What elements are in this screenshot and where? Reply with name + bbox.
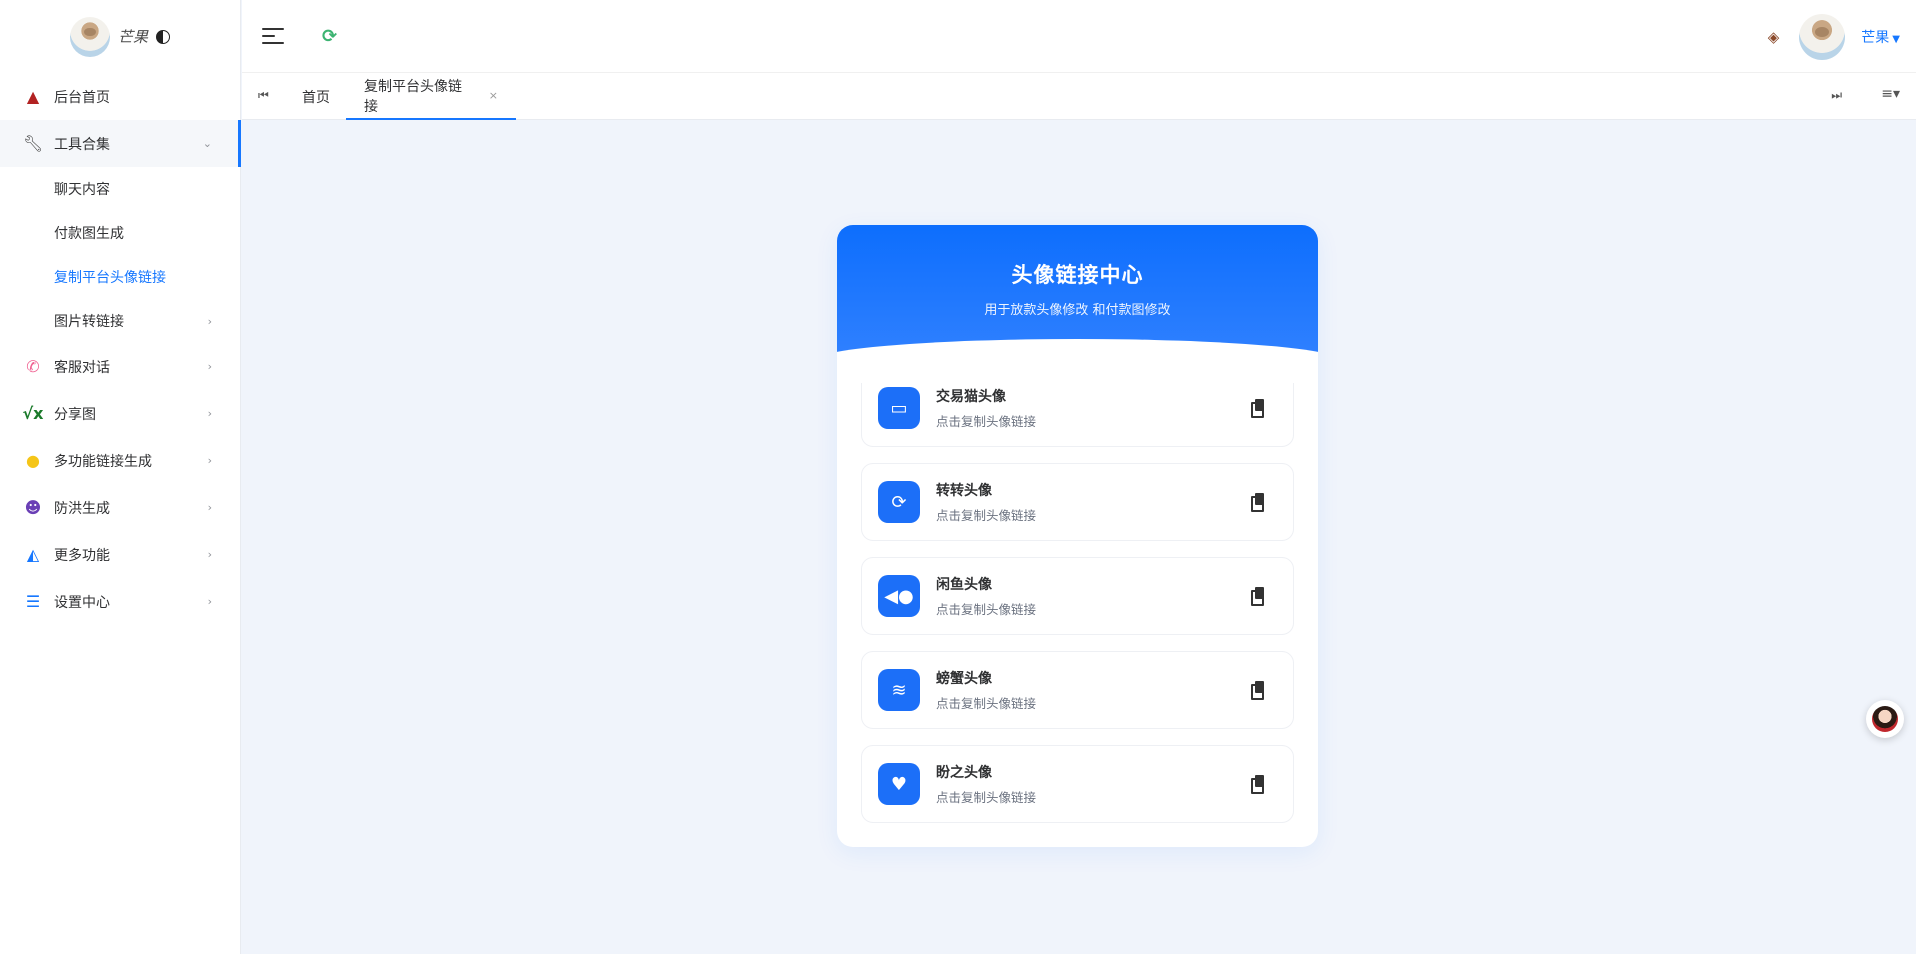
sidebar-item-anti-flood[interactable]: ☻ 防洪生成 ›	[0, 484, 240, 531]
store-icon: ▭	[878, 387, 920, 429]
assistant-avatar-button[interactable]	[1866, 700, 1904, 738]
item-title: 闲鱼头像	[936, 577, 992, 593]
chevron-right-icon: ›	[207, 595, 212, 608]
home-icon: ▲	[26, 87, 40, 106]
wrench-icon: 🔧︎	[22, 134, 44, 153]
sidebar: 芒果 ▲ 后台首页 🔧︎ 工具合集 ⌄ 聊天内容 付款图生成 复制平台头像链接 …	[0, 0, 241, 954]
user-name: 芒果	[1861, 30, 1890, 46]
list-item[interactable]: ◀● 闲鱼头像点击复制头像链接	[861, 557, 1294, 635]
tab-home[interactable]: 首页	[302, 73, 330, 120]
tab-prev-icon[interactable]: ⏮	[258, 88, 269, 103]
top-header: ⟳ ◈ 芒果 ▼	[242, 0, 1916, 73]
sidebar-item-dashboard[interactable]: ▲ 后台首页	[0, 73, 240, 120]
sidebar-item-label: 后台首页	[54, 89, 110, 106]
mask-icon: ☻	[24, 498, 42, 517]
sidebar-item-label: 更多功能	[54, 547, 110, 564]
tab-bar: ⏮ 首页 复制平台头像链接 × ⏭ ≡▾	[242, 73, 1916, 120]
sidebar-item-customer-service[interactable]: ✆ 客服对话 ›	[0, 343, 240, 390]
tab-label: 首页	[302, 89, 330, 106]
item-title: 转转头像	[936, 483, 992, 499]
sidebar-item-label: 图片转链接	[54, 314, 124, 330]
sidebar-item-label: 付款图生成	[54, 226, 124, 242]
item-title: 螃蟹头像	[936, 671, 992, 687]
sync-icon: ⟳	[878, 481, 920, 523]
sidebar-item-label: 工具合集	[54, 136, 110, 153]
chevron-right-icon: ›	[207, 314, 212, 328]
copy-icon[interactable]	[1251, 493, 1265, 512]
chevron-right-icon: ›	[207, 454, 212, 467]
heart-icon: ♥	[878, 763, 920, 805]
sidebar-item-label: 聊天内容	[54, 182, 110, 198]
chevron-right-icon: ›	[207, 501, 212, 514]
avatar-link-list: ▭ 交易猫头像 点击复制头像链接 ⟳ 转转头像 点击复制头像链接 ◀● 闲鱼头像 点击…	[837, 355, 1318, 823]
tab-options-icon[interactable]: ≡▾	[1881, 86, 1900, 102]
assistant-avatar	[1872, 706, 1898, 732]
header-user-area: ◈ 芒果 ▼	[1768, 14, 1900, 60]
caret-down-icon: ▼	[1892, 34, 1900, 45]
list-item[interactable]: ≋ 螃蟹头像点击复制头像链接	[861, 651, 1294, 729]
sidebar-subitem-copy-avatar-link[interactable]: 复制平台头像链接	[0, 255, 240, 299]
refresh-icon[interactable]: ⟳	[322, 26, 337, 47]
sqrt-icon: √x	[22, 404, 44, 423]
card-title: 头像链接中心	[1011, 263, 1144, 287]
card-header: 头像链接中心 用于放款头像修改 和付款图修改	[837, 225, 1318, 383]
item-desc: 点击复制头像链接	[936, 602, 1037, 617]
avatar-link-card: 头像链接中心 用于放款头像修改 和付款图修改 ▭ 交易猫头像点击复制头像链接 ⟳…	[837, 225, 1318, 847]
list-icon: ☰	[25, 592, 41, 611]
phone-icon: ✆	[26, 357, 40, 376]
item-desc: 点击复制头像链接	[936, 696, 1037, 711]
user-menu[interactable]: 芒果 ▼	[1861, 27, 1900, 47]
item-desc: 点击复制头像链接	[936, 790, 1037, 805]
chevron-right-icon: ›	[207, 548, 212, 561]
sidebar-item-label: 客服对话	[54, 359, 110, 376]
card-subtitle: 用于放款头像修改 和付款图修改	[984, 303, 1171, 318]
copy-icon[interactable]	[1251, 587, 1265, 606]
item-desc: 点击复制头像链接	[936, 414, 1037, 429]
chevron-right-icon: ›	[207, 407, 212, 420]
water-icon: ≋	[878, 669, 920, 711]
tab-next-icon[interactable]: ⏭	[1831, 88, 1842, 103]
chevron-right-icon: ›	[207, 360, 212, 373]
tab-copy-avatar-link[interactable]: 复制平台头像链接 ×	[346, 73, 516, 120]
sidebar-item-label: 防洪生成	[54, 500, 110, 517]
list-item[interactable]: ⟳ 转转头像点击复制头像链接	[861, 463, 1294, 541]
sidebar-item-label: 复制平台头像链接	[54, 270, 166, 286]
sidebar-item-more[interactable]: ◭ 更多功能 ›	[0, 531, 240, 578]
item-title: 盼之头像	[936, 765, 992, 781]
user-avatar[interactable]	[1799, 14, 1846, 60]
yin-yang-icon[interactable]	[156, 29, 170, 44]
coins-icon: ●	[26, 451, 40, 470]
copy-icon[interactable]	[1251, 399, 1265, 418]
copy-icon[interactable]	[1251, 775, 1265, 794]
sidebar-item-label: 多功能链接生成	[54, 453, 152, 470]
sidebar-subitem-chat[interactable]: 聊天内容	[0, 167, 240, 211]
brand: 芒果	[0, 0, 240, 73]
sidebar-item-settings[interactable]: ☰ 设置中心 ›	[0, 578, 240, 625]
brand-avatar	[69, 16, 110, 57]
item-desc: 点击复制头像链接	[936, 508, 1037, 523]
tab-label: 复制平台头像链接	[364, 78, 462, 115]
sidebar-subitem-image-to-link[interactable]: 图片转链接 ›	[0, 299, 240, 343]
sidebar-item-multi-link[interactable]: ● 多功能链接生成 ›	[0, 437, 240, 484]
menu-toggle-icon[interactable]	[262, 28, 284, 44]
sidebar-item-tools[interactable]: 🔧︎ 工具合集 ⌄	[0, 120, 241, 167]
copy-icon[interactable]	[1251, 681, 1265, 700]
sidebar-subitem-payment-image[interactable]: 付款图生成	[0, 211, 240, 255]
sidebar-item-share-image[interactable]: √x 分享图 ›	[0, 390, 240, 437]
sidebar-item-label: 分享图	[54, 406, 96, 423]
app-icon: ◭	[26, 545, 40, 564]
item-title: 交易猫头像	[936, 389, 1006, 405]
list-item[interactable]: ♥ 盼之头像点击复制头像链接	[861, 745, 1294, 823]
brand-name: 芒果	[117, 28, 148, 46]
sidebar-item-label: 设置中心	[54, 594, 110, 611]
close-icon[interactable]: ×	[489, 89, 498, 102]
fish-icon: ◀●	[878, 575, 920, 617]
chevron-down-icon: ⌄	[202, 137, 212, 150]
dice-icon[interactable]: ◈	[1768, 28, 1780, 46]
